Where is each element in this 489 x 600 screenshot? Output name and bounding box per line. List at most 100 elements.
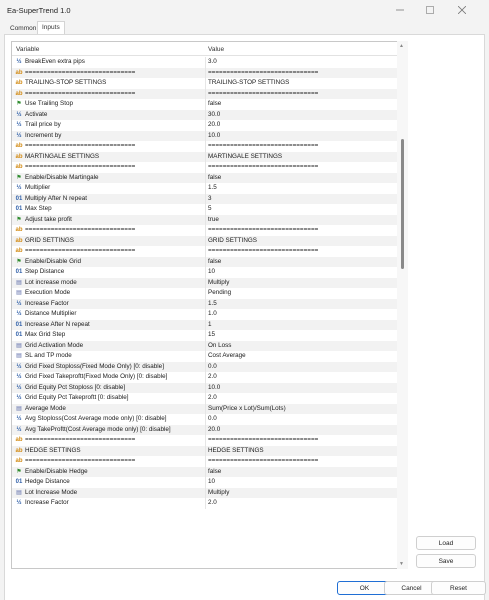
grid-row[interactable]: ½ Activate 30.0 <box>12 109 404 121</box>
row-value[interactable]: 2.0 <box>208 498 398 509</box>
row-value[interactable]: 2.0 <box>208 393 398 404</box>
scroll-up-icon[interactable]: ▲ <box>399 43 404 49</box>
row-value[interactable]: 2.0 <box>208 372 398 383</box>
row-value[interactable]: false <box>208 257 398 268</box>
grid-row[interactable]: ab HEDGE SETTINGS HEDGE SETTINGS <box>12 445 404 457</box>
grid-row[interactable]: ⚑ Enable/Disable Grid false <box>12 256 404 268</box>
grid-row[interactable]: ½ Grid Equity Pct Stoploss [0: disable] 10… <box>12 382 404 394</box>
row-value[interactable]: ============================== <box>208 162 398 173</box>
row-value[interactable]: 0.0 <box>208 362 398 373</box>
save-button[interactable]: Save <box>416 554 476 568</box>
grid-row[interactable]: ⚑ Use Trailing Stop false <box>12 99 404 110</box>
row-value[interactable]: 0.0 <box>208 414 398 425</box>
row-value[interactable]: false <box>208 99 398 110</box>
grid-row[interactable]: 01 Max Grid Step 15 <box>12 330 404 341</box>
grid-row[interactable]: ▤ Grid Activation Mode On Loss <box>12 340 404 352</box>
row-value[interactable]: Pending <box>208 288 398 299</box>
grid-row[interactable]: ½ Trail price by 20.0 <box>12 120 404 131</box>
reset-button[interactable]: Reset <box>431 581 486 595</box>
row-value[interactable]: 10 <box>208 477 398 488</box>
grid-row[interactable]: ab TRAILING-STOP SETTINGS TRAILING-STOP SE… <box>12 78 404 89</box>
scrollbar-thumb[interactable] <box>401 139 404 269</box>
grid-row[interactable]: ab ============================== ========… <box>12 88 404 100</box>
grid-row[interactable]: ab ============================== ========… <box>12 162 404 173</box>
row-value[interactable]: Cost Average <box>208 351 398 362</box>
row-value[interactable]: 1.5 <box>208 183 398 194</box>
column-header-variable[interactable]: Variable <box>16 46 39 53</box>
grid-row[interactable]: ab ============================== ========… <box>12 225 404 236</box>
row-value[interactable]: 3 <box>208 194 398 205</box>
row-value[interactable]: 1.5 <box>208 299 398 310</box>
row-value[interactable]: 30.0 <box>208 110 398 121</box>
grid-row[interactable]: ½ Multiplier 1.5 <box>12 183 404 194</box>
load-button[interactable]: Load <box>416 536 476 550</box>
grid-row[interactable]: ½ Grid Fixed Stoploss(Fixed Mode Only) [0… <box>12 361 404 373</box>
row-value[interactable]: 1.0 <box>208 309 398 320</box>
row-value[interactable]: Sum(Price x Lot)/Sum(Lots) <box>208 404 398 415</box>
grid-row[interactable]: 01 Max Step 5 <box>12 204 404 215</box>
grid-row[interactable]: 01 Step Distance 10 <box>12 267 404 278</box>
grid-row[interactable]: ▤ Lot Increase Mode Multiply <box>12 487 404 499</box>
grid-row[interactable]: ▤ SL and TP mode Cost Average <box>12 351 404 362</box>
grid-row[interactable]: ▤ Execution Mode Pending <box>12 288 404 299</box>
row-value[interactable]: On Loss <box>208 341 398 352</box>
row-value[interactable]: ============================== <box>208 141 398 152</box>
row-value[interactable]: Multiply <box>208 488 398 499</box>
row-value[interactable]: true <box>208 215 398 226</box>
row-value[interactable]: MARTINGALE SETTINGS <box>208 152 398 163</box>
grid-row[interactable]: ½ Avg TakeProftt(Cost Average mode only) … <box>12 424 404 436</box>
row-value[interactable]: ============================== <box>208 89 398 100</box>
row-value[interactable]: GRID SETTINGS <box>208 236 398 247</box>
row-value[interactable]: false <box>208 467 398 478</box>
row-value[interactable]: ============================== <box>208 246 398 257</box>
grid-row[interactable]: 01 Increase After N repeat 1 <box>12 319 404 331</box>
grid-row[interactable]: 01 Multiply After N repeat 3 <box>12 193 404 205</box>
grid-row[interactable]: ab ============================== ========… <box>12 67 404 79</box>
grid-row[interactable]: ab ============================== ========… <box>12 435 404 446</box>
row-value[interactable]: ============================== <box>208 435 398 446</box>
row-value[interactable]: TRAILING-STOP SETTINGS <box>208 78 398 89</box>
grid-row[interactable]: ½ Increase Factor 1.5 <box>12 298 404 310</box>
grid-row[interactable]: ab ============================== ========… <box>12 456 404 467</box>
grid-row[interactable]: ½ Distance Multiplier 1.0 <box>12 309 404 320</box>
row-value[interactable]: 20.0 <box>208 120 398 131</box>
minimize-button[interactable] <box>390 3 410 17</box>
row-value[interactable]: 1 <box>208 320 398 331</box>
grid-row[interactable]: ½ Increase Factor 2.0 <box>12 498 404 509</box>
grid-row[interactable]: ½ Grid Fixed Takeproftt(Fixed Mode Only) … <box>12 372 404 383</box>
grid-row[interactable]: ⚑ Enable/Disable Martingale false <box>12 172 404 184</box>
row-value[interactable]: 10 <box>208 267 398 278</box>
maximize-button[interactable] <box>420 3 440 17</box>
row-value[interactable]: Multiply <box>208 278 398 289</box>
grid-row[interactable]: ½ BreakEven extra pips 3.0 <box>12 57 404 68</box>
row-value[interactable]: 5 <box>208 204 398 215</box>
row-value[interactable]: 10.0 <box>208 383 398 394</box>
grid-row[interactable]: ½ Avg Stoploss(Cost Average mode only) [0… <box>12 414 404 425</box>
row-value[interactable]: HEDGE SETTINGS <box>208 446 398 457</box>
row-value[interactable]: ============================== <box>208 225 398 236</box>
grid-row[interactable]: ½ Increment by 10.0 <box>12 130 404 142</box>
grid-scrollbar[interactable]: ▲ ▼ <box>397 41 408 569</box>
grid-row[interactable]: ⚑ Adjust take profit true <box>12 214 404 226</box>
grid-row[interactable]: ab ============================== ========… <box>12 246 404 257</box>
row-value[interactable]: ============================== <box>208 68 398 79</box>
grid-row[interactable]: ab GRID SETTINGS GRID SETTINGS <box>12 235 404 247</box>
column-header-value[interactable]: Value <box>208 46 224 53</box>
row-value[interactable]: ============================== <box>208 456 398 467</box>
grid-row[interactable]: ⚑ Enable/Disable Hedge false <box>12 466 404 478</box>
grid-row[interactable]: ab MARTINGALE SETTINGS MARTINGALE SETTINGS <box>12 151 404 163</box>
grid-row[interactable]: ½ Grid Equity Pct Takeproftt [0: disable]… <box>12 393 404 404</box>
grid-row[interactable]: ▤ Lot increase mode Multiply <box>12 277 404 289</box>
row-value[interactable]: 10.0 <box>208 131 398 142</box>
row-value[interactable]: 3.0 <box>208 57 398 68</box>
grid-row[interactable]: 01 Hedge Distance 10 <box>12 477 404 488</box>
tab-inputs[interactable]: Inputs <box>37 21 65 35</box>
close-button[interactable] <box>452 3 472 17</box>
row-value[interactable]: 20.0 <box>208 425 398 436</box>
grid-row[interactable]: ▤ Average Mode Sum(Price x Lot)/Sum(Lots) <box>12 403 404 415</box>
scroll-down-icon[interactable]: ▼ <box>399 561 404 567</box>
row-value[interactable]: 15 <box>208 330 398 341</box>
row-value[interactable]: false <box>208 173 398 184</box>
row-variable-name: Increase Factor <box>25 299 69 307</box>
grid-row[interactable]: ab ============================== ========… <box>12 141 404 152</box>
